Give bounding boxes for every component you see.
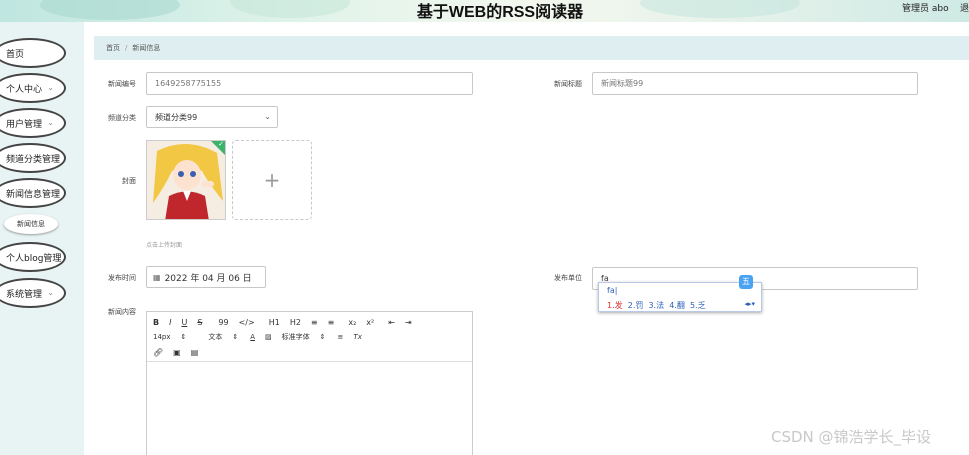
chevron-down-icon: ⌄ xyxy=(264,112,271,121)
image-icon[interactable]: ▣ xyxy=(173,348,181,357)
chevron-down-icon: ⌄ xyxy=(47,118,54,127)
sidebar-item-label: 个人blog管理 xyxy=(6,253,62,264)
ime-logo-icon: 五 xyxy=(739,275,753,289)
editor-toolbar: B I U S 99 </> H1 H2 ≡ ≡ x₂ x² ⇤ ⇥ 14px … xyxy=(147,312,472,362)
channel-label: 频道分类 xyxy=(108,114,136,122)
breadcrumb-home[interactable]: 首页 xyxy=(106,43,120,53)
sidebar-item-label: 用户管理 xyxy=(6,119,43,130)
ime-candidates: 1.发 2.罚 3.法 4.翻 5.乏 xyxy=(607,300,706,311)
check-icon: ✓ xyxy=(218,140,224,148)
ordered-list-button[interactable]: ≡ xyxy=(311,318,318,327)
header-banner: 基于WEB的RSS阅读器 管理员 abo 退 xyxy=(0,0,969,22)
publish-time-label: 发布时间 xyxy=(108,274,136,282)
underline-button[interactable]: U xyxy=(181,318,187,327)
news-title-label: 新闻标题 xyxy=(554,80,582,88)
ime-candidate[interactable]: 5.乏 xyxy=(690,301,706,310)
sidebar-item-system-management[interactable]: 系统管理 ⌄ xyxy=(0,278,66,308)
video-icon[interactable]: ▤ xyxy=(191,348,199,357)
calendar-icon: ▦ xyxy=(153,272,161,282)
bullet-list-button[interactable]: ≡ xyxy=(328,318,335,327)
sidebar-item-label: 系统管理 xyxy=(6,289,43,300)
align-icon[interactable]: ≡ xyxy=(338,333,344,341)
code-button[interactable]: </> xyxy=(239,318,255,327)
sidebar-item-user-management[interactable]: 用户管理 ⌄ xyxy=(0,108,66,138)
sort-icon: ⇕ xyxy=(319,333,326,341)
sidebar-item-label: 新闻信息 xyxy=(17,220,45,228)
publish-date-value: 2022 年 04 月 06 日 xyxy=(164,273,252,284)
sidebar-item-label: 首页 xyxy=(6,49,25,60)
current-user[interactable]: 管理员 abo xyxy=(902,1,949,14)
superscript-button[interactable]: x² xyxy=(366,318,374,327)
editor-content-area[interactable] xyxy=(147,362,472,455)
news-title-input[interactable]: 新闻标题99 xyxy=(592,72,918,95)
ime-candidate-popup: 五 fa| 1.发 2.罚 3.法 4.翻 5.乏 ◂▸▾ xyxy=(598,275,762,312)
plus-icon: + xyxy=(263,168,281,192)
ime-candidate[interactable]: 3.法 xyxy=(648,301,664,310)
cover-thumbnail[interactable]: ✓ xyxy=(146,140,226,220)
cover-label: 封面 xyxy=(122,177,136,185)
outdent-button[interactable]: ⇤ xyxy=(388,318,395,327)
news-title-value: 新闻标题99 xyxy=(601,79,644,88)
ime-page-nav-icon[interactable]: ◂▸▾ xyxy=(744,300,755,308)
sort-icon: ⇕ xyxy=(180,333,187,341)
breadcrumb-separator: / xyxy=(125,44,128,52)
ime-candidate[interactable]: 2.罚 xyxy=(628,301,644,310)
chevron-down-icon: ⌄ xyxy=(47,288,54,297)
strike-button[interactable]: S xyxy=(197,318,202,327)
sidebar-item-channel-management[interactable]: 频道分类管理 xyxy=(0,143,66,173)
indent-button[interactable]: ⇥ xyxy=(405,318,412,327)
font-size-select[interactable]: 14px xyxy=(153,333,171,341)
link-icon[interactable]: 🔗︎ xyxy=(153,348,163,357)
header-select[interactable]: 文本 xyxy=(208,332,222,342)
news-id-label: 新闻编号 xyxy=(108,80,136,88)
sidebar-item-label: 新闻信息管理 xyxy=(6,189,61,200)
upload-cover-button[interactable]: + xyxy=(232,140,312,220)
sidebar-item-label: 频道分类管理 xyxy=(6,154,61,165)
sidebar-item-label: 个人中心 xyxy=(6,84,43,95)
bold-button[interactable]: B xyxy=(153,318,159,327)
ime-typed-text: fa| xyxy=(607,286,618,295)
italic-button[interactable]: I xyxy=(169,318,171,327)
ime-candidate[interactable]: 4.翻 xyxy=(669,301,685,310)
sidebar: 首页 个人中心 ⌄ 用户管理 ⌄ 频道分类管理 新闻信息管理 新闻信息 个人bl… xyxy=(0,22,84,455)
sort-icon: ⇕ xyxy=(232,333,239,341)
watermark: CSDN @锦浩学长_毕设 xyxy=(771,428,932,446)
chevron-down-icon: ⌄ xyxy=(47,83,54,92)
sidebar-item-personal-center[interactable]: 个人中心 ⌄ xyxy=(0,73,66,103)
subscript-button[interactable]: x₂ xyxy=(348,318,356,327)
clear-format-button[interactable]: Tx xyxy=(353,333,361,341)
rich-text-editor[interactable]: B I U S 99 </> H1 H2 ≡ ≡ x₂ x² ⇤ ⇥ 14px … xyxy=(146,311,473,455)
cover-upload-hint: 点击上传封面 xyxy=(146,242,183,249)
channel-value: 频道分类99 xyxy=(155,112,198,122)
sidebar-item-home[interactable]: 首页 xyxy=(0,38,66,68)
ime-candidate[interactable]: 1.发 xyxy=(607,301,623,310)
h2-button[interactable]: H2 xyxy=(290,318,301,327)
font-color-icon[interactable]: A xyxy=(250,333,255,341)
sidebar-subitem-news-info[interactable]: 新闻信息 xyxy=(4,214,58,234)
breadcrumb: 首页 / 新闻信息 xyxy=(94,36,969,60)
background-color-icon[interactable]: ▨ xyxy=(265,333,272,341)
publisher-label: 发布单位 xyxy=(554,274,582,282)
channel-select[interactable]: 频道分类99 ⌄ xyxy=(146,106,278,128)
news-id-input[interactable]: 1649258775155 xyxy=(146,72,473,95)
breadcrumb-current: 新闻信息 xyxy=(132,44,161,52)
news-id-value: 1649258775155 xyxy=(155,79,222,88)
logout-button[interactable]: 退 xyxy=(960,1,969,14)
sidebar-item-news-management[interactable]: 新闻信息管理 xyxy=(0,178,66,208)
sidebar-item-blog-management[interactable]: 个人blog管理 xyxy=(0,242,66,272)
main-content: 首页 / 新闻信息 新闻编号 1649258775155 新闻标题 新闻标题99… xyxy=(84,22,969,455)
page-title: 基于WEB的RSS阅读器 xyxy=(416,4,584,21)
h1-button[interactable]: H1 xyxy=(269,318,280,327)
font-family-select[interactable]: 标准字体 xyxy=(282,332,310,342)
blockquote-button[interactable]: 99 xyxy=(218,318,228,327)
publish-date-picker[interactable]: ▦ 2022 年 04 月 06 日 xyxy=(146,266,266,288)
content-label: 新闻内容 xyxy=(108,308,136,316)
